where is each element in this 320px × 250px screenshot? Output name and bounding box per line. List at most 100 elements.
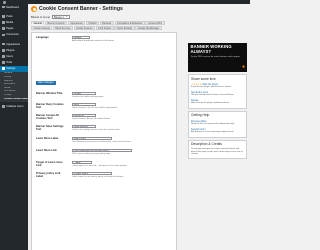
page-header: Cookie Consent Banner - Settings	[31, 6, 123, 12]
sidebar-item-label: Appearance	[6, 42, 21, 46]
banner-select-value: Banner 1	[54, 15, 64, 19]
getting-help-box: Getting Help Documentation Read the docs…	[188, 110, 247, 138]
save-changes-button[interactable]: Save Changes	[36, 80, 56, 86]
share-item: ★★★★★ Rate the plugin If you like this p…	[191, 82, 244, 89]
language-desc: Add multiple translated versions of the …	[72, 39, 115, 42]
tools-icon	[2, 61, 5, 64]
learn-more-link-field: https://example.com/privacy-policy URL o…	[72, 148, 132, 155]
tab-google-tag-manager[interactable]: Google Tag Manager	[135, 25, 162, 31]
ad-text: Try the PRO version for more features an…	[190, 55, 241, 58]
share-item: Spread the word Tell your friends about …	[191, 90, 244, 97]
media-icon	[2, 21, 5, 24]
target-label: Target of Learn more Link	[36, 160, 63, 167]
appearance-icon	[2, 42, 5, 46]
target-select[interactable]: _blank	[72, 160, 92, 165]
collapse-menu-label: Collapse menu	[6, 105, 24, 109]
documentation-text: Read the docs for setup and configuratio…	[191, 123, 235, 126]
learn-more-input[interactable]: Learn more	[72, 136, 112, 141]
learn-more-label: Learn More Label	[36, 136, 59, 140]
deny-text-input[interactable]: Deny	[72, 102, 96, 107]
learn-more-link-input[interactable]: https://example.com/privacy-policy	[72, 148, 132, 153]
tab-cookie-settings[interactable]: Cookie Settings	[31, 25, 53, 31]
banner-title-desc: Used for the cookie settings panel	[72, 95, 104, 98]
privacy-link-label: Privacy policy Link Label	[36, 171, 61, 178]
tab-compliance-behaviour[interactable]: Compliance & Behaviour	[114, 21, 145, 26]
tab-appearance[interactable]: Appearance	[67, 21, 86, 26]
tab-behavior[interactable]: Behavior	[99, 21, 114, 26]
users-icon	[2, 55, 5, 58]
learn-more-desc: Text linking to your privacy or cookie p…	[72, 140, 131, 143]
page-title: Cookie Consent Banner - Settings	[39, 6, 123, 12]
privacy-link-field: Privacy policy Label shown for the priva…	[72, 171, 124, 178]
tab-general[interactable]: General	[31, 21, 45, 26]
target-desc: _blank opens in a new tab, _self opens i…	[72, 164, 127, 167]
tab-block-services[interactable]: Block Services	[52, 25, 74, 31]
deny-text-field: Deny Used in banner. Use the text field …	[72, 102, 118, 109]
settings-submenu: General Writing Reading Discussion Media Perm…	[0, 71, 28, 102]
tab-import-settings[interactable]: Import Settings	[114, 25, 135, 31]
submenu-item[interactable]: Cookie Consent Banner	[0, 98, 28, 102]
learn-more-link-desc: URL of your cookie or privacy policy pag…	[72, 152, 111, 155]
right-sidebar: BANNER WORKING ALWAYS? Try the PRO versi…	[188, 43, 247, 159]
target-field: _blank _blank opens in a new tab, _self …	[72, 160, 127, 167]
deny-text-label: Banner Deny Cookies Text	[36, 102, 64, 109]
tab-cookie-scanner[interactable]: Cookie Scanner	[73, 25, 96, 31]
plugins-icon	[2, 48, 5, 52]
privacy-link-input[interactable]: Privacy policy	[72, 171, 112, 176]
sidebar-item-label: Tools	[6, 61, 13, 65]
banner-select-label: Banner to set up	[31, 15, 51, 19]
accept-text-input[interactable]: Accept all	[72, 113, 96, 118]
deny-text-desc: Used in banner. Use the text field for d…	[72, 106, 118, 109]
privacy-link-desc: Label shown for the privacy policy link …	[72, 175, 124, 178]
accept-text-desc: Used in banner. Accept all cookies butto…	[72, 117, 111, 120]
collapse-menu-button[interactable]: Collapse menu	[0, 104, 28, 110]
sidebar-item-label: Comments	[6, 33, 19, 37]
getting-help-title: Getting Help	[191, 113, 210, 118]
accept-text-label: Banner Accept All Cookies Text	[36, 113, 59, 120]
admin-sidebar: Dashboard Posts Media Pages Comments Appearan…	[0, 4, 28, 250]
learn-more-field: Learn more Text linking to your privacy …	[72, 136, 131, 143]
sidebar-item-label: Users	[6, 54, 13, 58]
save-settings-text-label: Banner Save Settings Text	[36, 124, 64, 131]
help-item: Documentation Read the docs for setup an…	[191, 119, 244, 126]
settings-panel: Language Default Add multiple translated…	[31, 31, 177, 250]
sidebar-item-label: Settings	[6, 67, 16, 71]
collapse-icon	[2, 105, 5, 109]
banner-title-input[interactable]: Cookie	[72, 91, 96, 96]
banner-select-row: Banner to set up Banner 1 ▼	[31, 15, 70, 19]
share-love-title: Share some love	[191, 76, 216, 81]
chevron-down-icon: ▼	[65, 16, 68, 18]
spread-word-text: Tell your friends about Cookie Consent B…	[191, 94, 235, 97]
accept-text-field: Accept all Used in banner. Accept all co…	[72, 113, 111, 120]
language-field: Default Add multiple translated versions…	[72, 35, 115, 42]
tab-conf-export[interactable]: Conf. Export	[95, 25, 114, 31]
share-item: Donate Help us keep the plugin updated a…	[191, 98, 244, 105]
description-credits-box: Description & Credits This plugin manage…	[188, 139, 247, 159]
cookie-logo-icon	[31, 6, 37, 12]
ad-title: BANNER WORKING ALWAYS?	[190, 44, 232, 54]
pro-ad-banner[interactable]: BANNER WORKING ALWAYS? Try the PRO versi…	[188, 43, 247, 72]
save-settings-text-input[interactable]: Save settings	[72, 124, 96, 129]
language-label: Language	[36, 35, 49, 39]
learn-more-link-label: Learn More Link	[36, 148, 57, 152]
rate-plugin-text: If you like this plugin, please leave a …	[191, 86, 232, 89]
donate-text: Help us keep the plugin updated and free…	[191, 101, 230, 104]
save-settings-text-desc: Used in the settings panel to save the c…	[72, 128, 121, 131]
settings-tabs: General Banner Contents Appearance Position…	[31, 21, 177, 31]
banner-title-field: Cookie Used for the cookie settings pane…	[72, 91, 104, 98]
pages-icon	[2, 27, 5, 30]
banner-title-label: Banner Window Title	[36, 91, 63, 95]
language-select[interactable]: Default	[72, 35, 90, 40]
main-content: Cookie Consent Banner - Settings Banner …	[28, 4, 250, 250]
tab-banner-contents[interactable]: Banner Contents	[44, 21, 68, 26]
share-love-box: Share some love ★★★★★ Rate the plugin If…	[188, 74, 247, 109]
save-settings-text-field: Save settings Used in the settings panel…	[72, 124, 121, 131]
settings-icon	[2, 67, 5, 71]
sidebar-item-label: Plugins	[6, 48, 15, 52]
dashboard-icon	[2, 5, 5, 9]
cookie-icon: ●	[241, 64, 245, 70]
banner-select[interactable]: Banner 1 ▼	[52, 15, 70, 19]
tab-position[interactable]: Position	[85, 21, 100, 26]
tab-consent-apis[interactable]: Consent APIs	[145, 21, 165, 26]
sidebar-item-label: Pages	[6, 27, 14, 31]
